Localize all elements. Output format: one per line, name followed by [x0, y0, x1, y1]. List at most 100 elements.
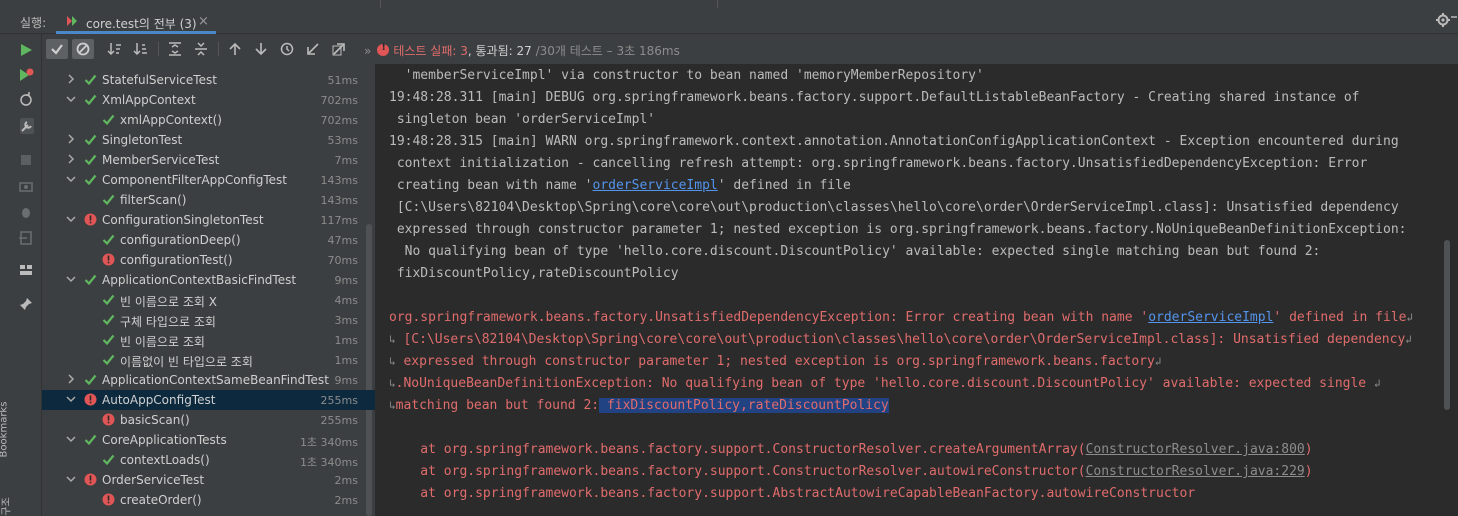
source-link[interactable]: orderServiceImpl	[593, 178, 718, 193]
test-duration: 4ms	[334, 294, 358, 307]
soft-wrap-icon: ↳	[389, 377, 396, 390]
sort-duration-button[interactable]	[130, 39, 152, 59]
tree-row[interactable]: filterScan() 143ms	[42, 190, 375, 210]
test-name: basicScan()	[120, 413, 190, 427]
test-name: MemberServiceTest	[102, 153, 220, 167]
passed-check-icon	[84, 274, 97, 286]
tree-row[interactable]: StatefulServiceTest 51ms	[42, 70, 375, 90]
tree-row[interactable]: ComponentFilterAppConfigTest 143ms	[42, 170, 375, 190]
test-duration: 70ms	[327, 254, 358, 267]
import-icon[interactable]	[18, 230, 34, 246]
chevron-right-icon[interactable]	[66, 154, 76, 164]
close-icon[interactable]: ×	[198, 14, 209, 29]
tree-row[interactable]: 이름없이 빈 타입으로 조회 1ms	[42, 350, 375, 370]
test-run-icon	[67, 16, 77, 26]
camera-icon[interactable]	[18, 178, 34, 194]
tree-row[interactable]: 빈 이름으로 조회 X 4ms	[42, 290, 375, 310]
tree-row[interactable]: SingletonTest 53ms	[42, 130, 375, 150]
console-text: matching bean but found 2:	[395, 398, 600, 413]
test-name: AutoAppConfigTest	[102, 393, 216, 407]
bookmarks-side-tab[interactable]: Bookmarks	[0, 394, 10, 474]
tree-row[interactable]: OrderServiceTest 2ms	[42, 470, 375, 490]
tree-row[interactable]: xmlAppContext() 702ms	[42, 110, 375, 130]
import-arrow-icon	[307, 43, 319, 55]
structure-label: 구조	[1, 497, 13, 516]
tree-row[interactable]: configurationTest() 70ms	[42, 250, 375, 270]
chevron-down-icon[interactable]	[66, 394, 76, 404]
tree-row[interactable]: 구체 타입으로 조회 3ms	[42, 310, 375, 330]
gear-icon[interactable]	[1436, 13, 1450, 27]
tree-row[interactable]: contextLoads() 1초 340ms	[42, 450, 375, 470]
tree-row[interactable]: MemberServiceTest 7ms	[42, 150, 375, 170]
console-line: [C:\Users\82104\Desktop\Spring\core\core…	[389, 197, 1399, 219]
rerun-failed-icon[interactable]	[18, 67, 34, 83]
check-icon	[51, 44, 63, 55]
test-name: contextLoads()	[120, 453, 210, 467]
tree-row[interactable]: 빈 이름으로 조회 1ms	[42, 330, 375, 350]
test-duration: 9ms	[334, 374, 358, 387]
test-name: ComponentFilterAppConfigTest	[102, 173, 287, 187]
source-link[interactable]: ConstructorResolver.java:229	[1086, 464, 1305, 479]
soft-wrap-icon: ↳	[389, 355, 396, 368]
passed-check-icon	[84, 434, 97, 446]
console-scrollbar[interactable]	[1444, 240, 1450, 410]
source-link[interactable]: orderServiceImpl	[1148, 310, 1273, 325]
source-link[interactable]: ConstructorResolver.java:800	[1086, 442, 1305, 457]
export-tests-button[interactable]	[328, 39, 350, 59]
console-output[interactable]: 'memberServiceImpl' via constructor to b…	[377, 64, 1458, 516]
test-history-button[interactable]	[276, 39, 298, 59]
show-ignored-button[interactable]	[72, 39, 94, 59]
tree-row[interactable]: createOrder() 2ms	[42, 490, 375, 510]
tree-row[interactable]: basicScan() 255ms	[42, 410, 375, 430]
wrench-icon[interactable]	[18, 118, 34, 134]
console-text: ' defined in file	[1273, 310, 1407, 325]
console-error-line: at org.springframework.beans.factory.sup…	[389, 461, 1312, 483]
previous-failed-button[interactable]	[224, 39, 246, 59]
tab-core-test[interactable]: core.test의 전부 (3) ×	[56, 8, 216, 34]
structure-side-tab[interactable]: 구조	[0, 489, 13, 516]
pin-icon[interactable]	[18, 296, 34, 312]
chevron-right-icon[interactable]	[66, 374, 76, 384]
console-text: at org.springframework.beans.factory.sup…	[389, 442, 1086, 457]
import-tests-button[interactable]	[302, 39, 324, 59]
soft-wrap-icon: ↳	[389, 399, 396, 412]
stop-icon[interactable]	[18, 152, 34, 168]
console-text: fixDiscountPolicy,rateDiscountPolicy	[389, 266, 679, 281]
soft-wrap-icon: ↲	[1373, 377, 1381, 390]
next-failed-button[interactable]	[250, 39, 272, 59]
soft-wrap-icon: ↲	[1405, 333, 1412, 346]
tree-row[interactable]: XmlAppContext 702ms	[42, 90, 375, 110]
tree-row[interactable]: ApplicationContextBasicFindTest 9ms	[42, 270, 375, 290]
chevron-down-icon[interactable]	[66, 434, 76, 444]
tree-row[interactable]: configurationDeep() 47ms	[42, 230, 375, 250]
bug-icon[interactable]	[18, 204, 34, 220]
hide-icon[interactable]	[1451, 16, 1457, 18]
expand-all-button[interactable]	[164, 39, 186, 59]
console-error-line: ↳matching bean but found 2: fixDiscountP…	[389, 395, 889, 417]
chevron-right-icon[interactable]	[66, 74, 76, 84]
console-text: singleton bean 'orderServiceImpl'	[389, 112, 656, 127]
console-error-line: ↳.NoUniqueBeanDefinitionException: No qu…	[389, 373, 1381, 395]
tree-row[interactable]: ApplicationContextSameBeanFindTest 9ms	[42, 370, 375, 390]
toggle-auto-test-icon[interactable]	[18, 92, 34, 108]
chevron-down-icon[interactable]	[66, 94, 76, 104]
chevron-down-icon[interactable]	[66, 174, 76, 184]
chevron-right-icon[interactable]	[66, 134, 76, 144]
sort-alpha-button[interactable]	[104, 39, 126, 59]
rerun-icon[interactable]	[18, 42, 34, 58]
show-passed-button[interactable]	[46, 39, 68, 59]
console-text: at org.springframework.beans.factory.sup…	[389, 486, 1196, 501]
tree-row[interactable]: CoreApplicationTests 1초 340ms	[42, 430, 375, 450]
chevron-down-icon[interactable]	[66, 214, 76, 224]
chevron-down-icon[interactable]	[66, 474, 76, 484]
console-text: No qualifying bean of type 'hello.core.d…	[389, 244, 1321, 259]
console-text: .NoUniqueBeanDefinitionException: No qua…	[395, 376, 1374, 391]
collapse-all-button[interactable]	[190, 39, 212, 59]
chevron-down-icon[interactable]	[66, 274, 76, 284]
tree-row[interactable]: ConfigurationSingletonTest 117ms	[42, 210, 375, 230]
tree-row[interactable]: AutoAppConfigTest 255ms	[42, 390, 375, 410]
console-error-line: org.springframework.beans.factory.Unsati…	[389, 307, 1413, 329]
console-line: context initialization - cancelling refr…	[389, 153, 1368, 175]
layout-icon[interactable]	[18, 262, 34, 278]
failed-error-icon	[102, 413, 115, 426]
